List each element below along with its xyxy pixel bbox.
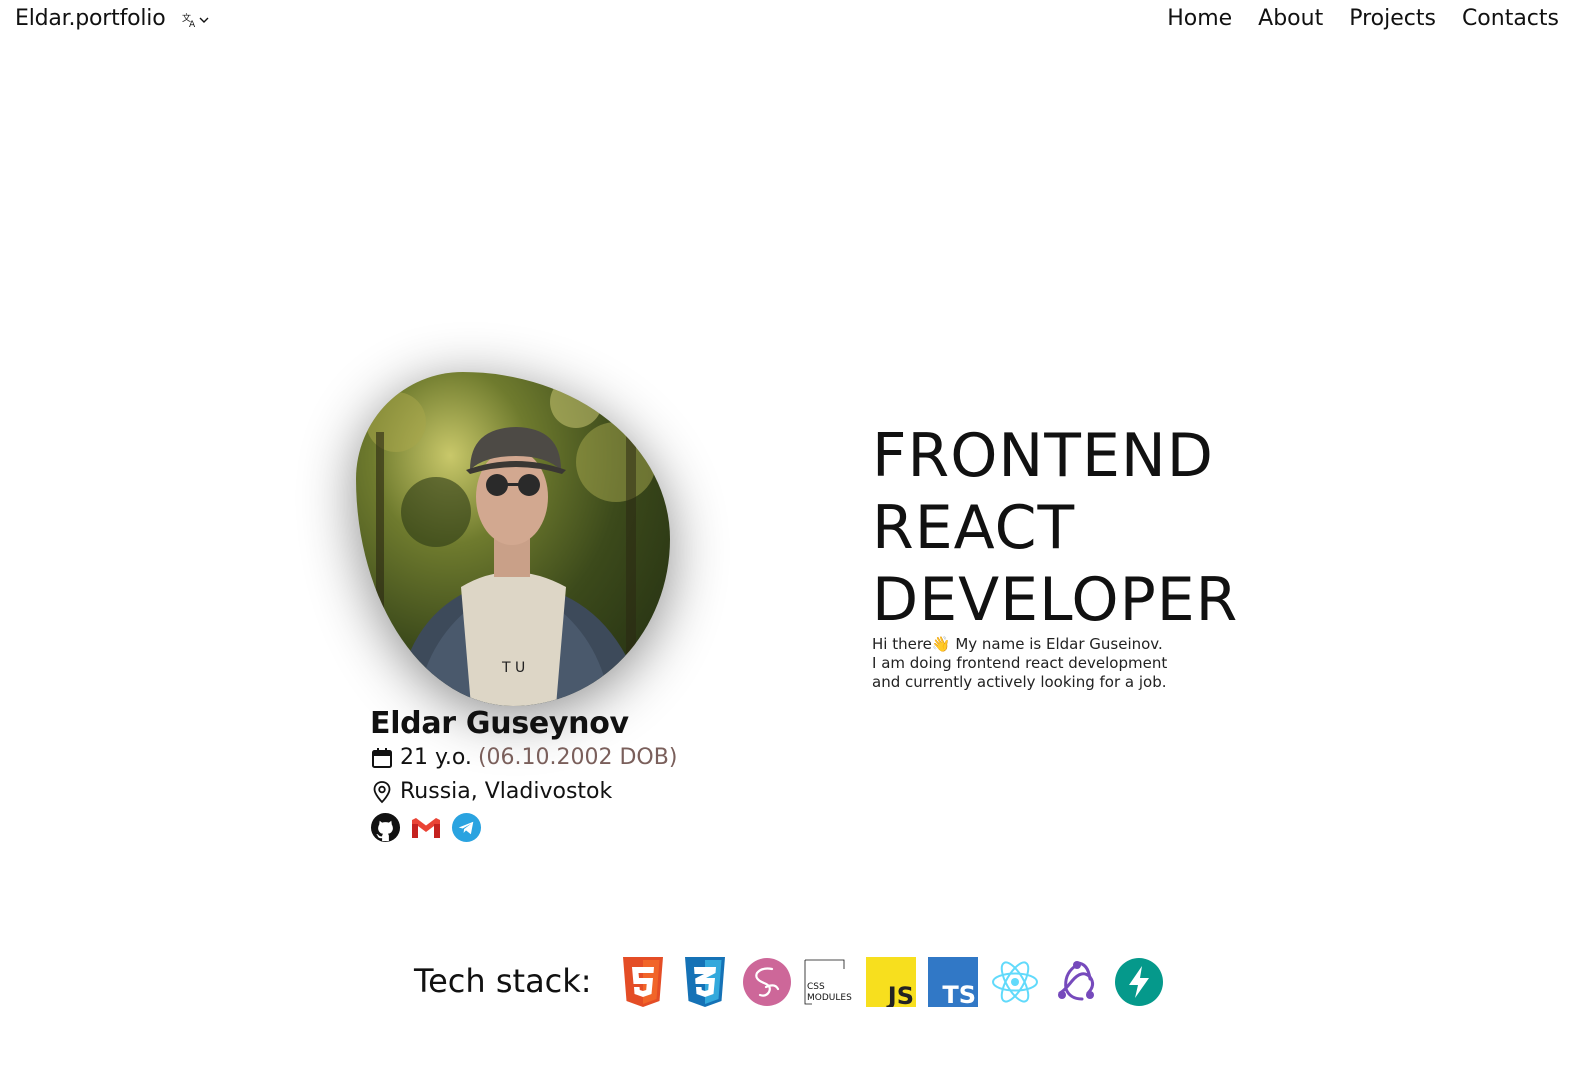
bio-line: and currently actively looking for a job… [872,673,1167,691]
css-modules-text: CSS [807,982,825,992]
location-pin-icon [373,780,391,803]
site-logo[interactable]: Eldar.portfolio [15,6,166,31]
age-text: 21 y.o. [400,745,472,770]
gmail-link[interactable] [410,816,442,840]
nav-about[interactable]: About [1258,6,1323,31]
hero-bio: Hi there👋 My name is Eldar Guseinov. I a… [872,635,1192,692]
nav-projects[interactable]: Projects [1349,6,1436,31]
social-links [370,812,482,843]
telegram-icon [451,812,482,843]
age-row: 21 y.o. (06.10.2002 DOB) [370,745,677,770]
calendar-icon [372,747,392,768]
tech-stack-label: Tech stack: [414,962,592,1000]
typescript-icon: TS [928,956,978,1008]
telegram-link[interactable] [451,812,482,843]
github-link[interactable] [370,812,401,843]
react-icon [990,956,1040,1008]
profile-photo: T U [356,372,670,706]
bio-line: Hi there👋 My name is Eldar Guseinov. [872,635,1163,653]
css3-icon [680,956,730,1008]
profile-photo-frame: T U [356,372,670,706]
hero-title-line: REACT [872,493,1076,563]
js-text: JS [886,982,914,1007]
svg-text:T U: T U [501,660,525,676]
dob-text: (06.10.2002 DOB) [477,745,678,770]
top-navbar: Eldar.portfolio 文 A Home About Projects … [0,0,1577,44]
chevron-down-icon [199,17,209,23]
location-text: Russia, Vladivostok [400,779,613,804]
hero-title: FRONTEND REACT DEVELOPER [872,420,1238,636]
github-icon [370,812,401,843]
gmail-icon [412,817,440,838]
svg-text:A: A [189,20,196,28]
main-nav: Home About Projects Contacts [1167,6,1559,31]
profile-photo-illustration: T U [366,376,656,706]
tech-stack-icons: CSS MODULES JS TS [618,956,1164,1008]
css-modules-icon: CSS MODULES [804,956,854,1008]
redux-icon [1052,956,1102,1008]
css-modules-text: MODULES [807,993,852,1003]
nav-contacts[interactable]: Contacts [1462,6,1559,31]
language-switcher[interactable]: 文 A [182,12,209,28]
nav-home[interactable]: Home [1167,6,1232,31]
bio-line: I am doing frontend react development [872,654,1168,672]
hero-title-line: DEVELOPER [872,565,1239,635]
location-row: Russia, Vladivostok [370,779,612,804]
hero-title-line: FRONTEND [872,421,1214,491]
translate-icon: 文 A [182,12,196,28]
ts-text: TS [942,981,976,1007]
javascript-icon: JS [866,956,916,1008]
html5-icon [618,956,668,1008]
fastapi-icon [1114,956,1164,1008]
sass-icon [742,956,792,1008]
profile-name: Eldar Guseynov [370,706,629,741]
